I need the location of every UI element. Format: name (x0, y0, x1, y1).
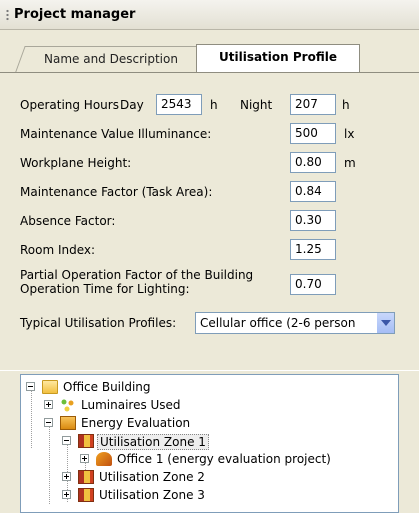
typical-profiles-row: Typical Utilisation Profiles: Cellular o… (20, 312, 399, 334)
illuminance-unit: lx (344, 127, 355, 141)
workplane-input[interactable]: 0.80 (290, 152, 336, 173)
title-bar: Project manager (0, 0, 419, 30)
operating-hours-label: Operating Hours (20, 98, 119, 112)
day-label: Day (120, 98, 144, 112)
workplane-unit: m (344, 156, 356, 170)
partial-operation-row: Partial Operation Factor of the Building… (20, 268, 399, 302)
tree-connector (31, 389, 32, 449)
night-unit: h (342, 98, 350, 112)
typical-profiles-select[interactable]: Cellular office (2-6 person (195, 312, 395, 334)
maintenance-factor-row: Maintenance Factor (Task Area): 0.84 (20, 181, 399, 203)
workplane-label: Workplane Height: (20, 156, 132, 170)
collapse-icon[interactable] (26, 382, 35, 391)
partial-operation-label-line2: Operation Time for Lighting: (20, 282, 190, 296)
operating-hours-row: Operating Hours Day 2543 h Night 207 h (20, 94, 399, 116)
drag-grip-icon[interactable] (6, 9, 9, 22)
expand-icon[interactable] (62, 490, 71, 499)
collapse-icon[interactable] (62, 436, 71, 445)
zone-icon (78, 488, 94, 502)
room-index-label: Room Index: (20, 243, 96, 257)
room-index-row: Room Index: 1.25 (20, 239, 399, 261)
absence-factor-label: Absence Factor: (20, 214, 116, 228)
partial-operation-label-line1: Partial Operation Factor of the Building (20, 268, 254, 282)
room-index-input[interactable]: 1.25 (290, 239, 336, 260)
expand-icon[interactable] (44, 400, 53, 409)
collapse-icon[interactable] (44, 418, 53, 427)
typical-profiles-label: Typical Utilisation Profiles: (20, 316, 177, 330)
energy-folder-icon (60, 416, 76, 430)
utilisation-profile-panel: Operating Hours Day 2543 h Night 207 h M… (20, 76, 399, 364)
tree-label: Office 1 (energy evaluation project) (117, 452, 331, 466)
office-icon (96, 452, 112, 466)
day-unit: h (210, 98, 218, 112)
tab-bar: Name and Description Utilisation Profile (0, 30, 419, 74)
chevron-down-icon[interactable] (376, 313, 394, 333)
tab-utilisation-profile[interactable]: Utilisation Profile (196, 44, 360, 72)
zone-icon (78, 434, 94, 448)
illuminance-label: Maintenance Value Illuminance: (20, 127, 212, 141)
typical-profiles-selected: Cellular office (2-6 person (200, 316, 356, 330)
partial-operation-input[interactable]: 0.70 (290, 274, 336, 295)
tab-label: Name and Description (43, 52, 178, 66)
folder-icon (42, 380, 58, 394)
workplane-row: Workplane Height: 0.80 m (20, 152, 399, 174)
expand-icon[interactable] (62, 472, 71, 481)
tab-baseline (0, 72, 419, 73)
tree-label: Office Building (63, 380, 151, 394)
tree-label: Utilisation Zone 2 (99, 470, 205, 484)
night-hours-input[interactable]: 207 (290, 94, 336, 115)
night-label: Night (240, 98, 273, 112)
luminaires-icon (61, 399, 74, 412)
tree-connector (49, 425, 50, 505)
tree-label: Utilisation Zone 1 (97, 434, 209, 450)
tab-label: Utilisation Profile (219, 50, 337, 64)
absence-factor-row: Absence Factor: 0.30 (20, 210, 399, 232)
tree-label: Energy Evaluation (81, 416, 191, 430)
project-tree: Office Building Luminaires Used Energy E… (20, 374, 399, 513)
zone-icon (78, 470, 94, 484)
expand-icon[interactable] (80, 454, 89, 463)
tree-label: Utilisation Zone 3 (99, 488, 205, 502)
absence-factor-input[interactable]: 0.30 (290, 210, 336, 231)
day-hours-input[interactable]: 2543 (156, 94, 202, 115)
window-title: Project manager (14, 7, 136, 22)
maintenance-factor-input[interactable]: 0.84 (290, 181, 336, 202)
tree-label: Luminaires Used (81, 398, 181, 412)
tab-name-and-description[interactable]: Name and Description (15, 46, 205, 72)
illuminance-input[interactable]: 500 (290, 123, 336, 144)
illuminance-row: Maintenance Value Illuminance: 500 lx (20, 123, 399, 145)
maintenance-factor-label: Maintenance Factor (Task Area): (20, 185, 213, 199)
